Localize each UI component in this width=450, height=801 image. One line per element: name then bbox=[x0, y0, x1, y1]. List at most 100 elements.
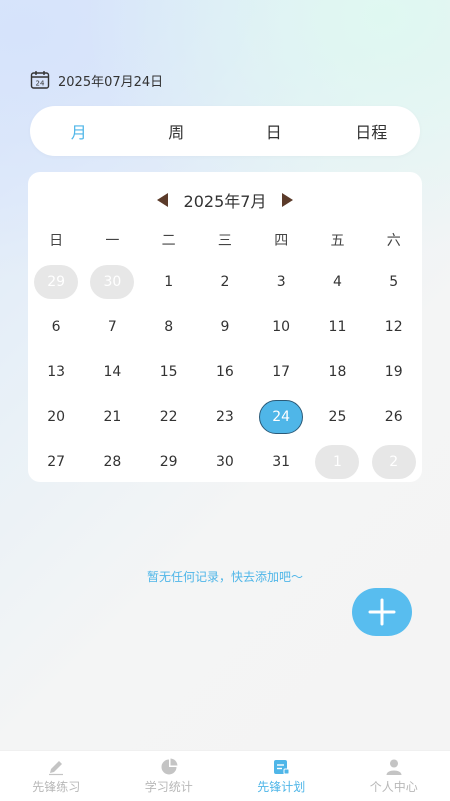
day-number: 17 bbox=[259, 355, 303, 389]
tab-day[interactable]: 日 bbox=[225, 119, 322, 143]
day-cell[interactable]: 30 bbox=[197, 439, 253, 484]
day-grid: 2930123456789101112131415161718192021222… bbox=[28, 260, 422, 484]
nav-item-plan[interactable]: 先锋计划 bbox=[225, 751, 338, 801]
day-number: 1 bbox=[315, 445, 359, 479]
day-number: 5 bbox=[372, 265, 416, 299]
day-cell[interactable]: 22 bbox=[141, 394, 197, 439]
weekday-label: 一 bbox=[84, 230, 140, 250]
day-number: 25 bbox=[315, 400, 359, 434]
day-cell[interactable]: 8 bbox=[141, 305, 197, 350]
tab-month[interactable]: 月 bbox=[30, 119, 127, 143]
next-month-icon[interactable] bbox=[278, 191, 296, 209]
day-cell[interactable]: 15 bbox=[141, 350, 197, 395]
day-number: 27 bbox=[34, 445, 78, 479]
plus-icon bbox=[367, 597, 397, 627]
day-cell[interactable]: 16 bbox=[197, 350, 253, 395]
date-label: 2025年07月24日 bbox=[58, 71, 163, 90]
day-number: 9 bbox=[203, 310, 247, 344]
plan-icon bbox=[272, 758, 290, 776]
current-date: 24 2025年07月24日 bbox=[30, 68, 163, 92]
day-number: 1 bbox=[147, 265, 191, 299]
day-number: 30 bbox=[203, 445, 247, 479]
calendar-card: 2025年7月 日一二三四五六 293012345678910111213141… bbox=[28, 172, 422, 482]
day-number: 7 bbox=[90, 310, 134, 344]
weekday-label: 三 bbox=[197, 230, 253, 250]
day-number: 26 bbox=[372, 400, 416, 434]
day-cell-other-month[interactable]: 1 bbox=[309, 439, 365, 484]
day-number: 2 bbox=[203, 265, 247, 299]
day-cell[interactable]: 29 bbox=[141, 439, 197, 484]
day-cell[interactable]: 11 bbox=[309, 305, 365, 350]
nav-item-statistics[interactable]: 学习统计 bbox=[113, 751, 226, 801]
day-cell[interactable]: 13 bbox=[28, 350, 84, 395]
day-cell[interactable]: 4 bbox=[309, 260, 365, 305]
day-number: 31 bbox=[259, 445, 303, 479]
day-cell[interactable]: 1 bbox=[141, 260, 197, 305]
nav-item-profile[interactable]: 个人中心 bbox=[338, 751, 450, 801]
day-number: 29 bbox=[34, 265, 78, 299]
nav-item-practice[interactable]: 先锋练习 bbox=[0, 751, 113, 801]
day-cell[interactable]: 25 bbox=[309, 394, 365, 439]
day-number: 21 bbox=[90, 400, 134, 434]
tab-week[interactable]: 周 bbox=[128, 119, 225, 143]
day-cell[interactable]: 17 bbox=[253, 350, 309, 395]
day-cell[interactable]: 21 bbox=[84, 394, 140, 439]
day-cell[interactable]: 19 bbox=[366, 350, 422, 395]
day-cell[interactable]: 12 bbox=[366, 305, 422, 350]
day-cell[interactable]: 10 bbox=[253, 305, 309, 350]
day-cell[interactable]: 2 bbox=[197, 260, 253, 305]
day-number: 14 bbox=[90, 355, 134, 389]
day-number: 20 bbox=[34, 400, 78, 434]
weekday-label: 日 bbox=[28, 230, 84, 250]
day-cell[interactable]: 20 bbox=[28, 394, 84, 439]
day-cell[interactable]: 27 bbox=[28, 439, 84, 484]
bottom-nav: 先锋练习 学习统计 先锋计划 个人中心 bbox=[0, 750, 450, 801]
day-cell[interactable]: 6 bbox=[28, 305, 84, 350]
day-number: 6 bbox=[34, 310, 78, 344]
weekday-label: 六 bbox=[366, 230, 422, 250]
tab-schedule[interactable]: 日程 bbox=[323, 119, 420, 143]
day-cell[interactable]: 26 bbox=[366, 394, 422, 439]
person-icon bbox=[385, 758, 403, 776]
day-number: 22 bbox=[147, 400, 191, 434]
nav-label: 先锋计划 bbox=[257, 778, 305, 795]
day-cell[interactable]: 3 bbox=[253, 260, 309, 305]
month-label: 2025年7月 bbox=[184, 188, 267, 212]
nav-label: 先锋练习 bbox=[32, 778, 80, 795]
day-cell-other-month[interactable]: 2 bbox=[366, 439, 422, 484]
day-number: 8 bbox=[147, 310, 191, 344]
day-cell[interactable]: 18 bbox=[309, 350, 365, 395]
day-number: 30 bbox=[90, 265, 134, 299]
pie-chart-icon bbox=[160, 758, 178, 776]
add-button[interactable] bbox=[352, 588, 412, 636]
day-number: 18 bbox=[315, 355, 359, 389]
calendar-icon: 24 bbox=[30, 70, 50, 90]
calendar-header: 2025年7月 bbox=[28, 186, 422, 214]
day-cell[interactable]: 23 bbox=[197, 394, 253, 439]
day-cell-other-month[interactable]: 29 bbox=[28, 260, 84, 305]
weekday-label: 二 bbox=[141, 230, 197, 250]
day-number: 12 bbox=[372, 310, 416, 344]
nav-label: 学习统计 bbox=[145, 778, 193, 795]
day-cell[interactable]: 14 bbox=[84, 350, 140, 395]
day-cell-selected[interactable]: 24 bbox=[253, 394, 309, 439]
day-cell[interactable]: 5 bbox=[366, 260, 422, 305]
day-number: 2 bbox=[372, 445, 416, 479]
nav-label: 个人中心 bbox=[370, 778, 418, 795]
day-number: 11 bbox=[315, 310, 359, 344]
day-cell[interactable]: 31 bbox=[253, 439, 309, 484]
prev-month-icon[interactable] bbox=[154, 191, 172, 209]
day-number: 24 bbox=[259, 400, 303, 434]
day-number: 10 bbox=[259, 310, 303, 344]
day-cell[interactable]: 28 bbox=[84, 439, 140, 484]
day-number: 3 bbox=[259, 265, 303, 299]
weekday-label: 四 bbox=[253, 230, 309, 250]
day-cell-other-month[interactable]: 30 bbox=[84, 260, 140, 305]
day-number: 29 bbox=[147, 445, 191, 479]
day-cell[interactable]: 9 bbox=[197, 305, 253, 350]
weekday-header: 日一二三四五六 bbox=[28, 230, 422, 250]
weekday-label: 五 bbox=[309, 230, 365, 250]
day-number: 16 bbox=[203, 355, 247, 389]
view-tabs: 月 周 日 日程 bbox=[30, 106, 420, 156]
day-cell[interactable]: 7 bbox=[84, 305, 140, 350]
